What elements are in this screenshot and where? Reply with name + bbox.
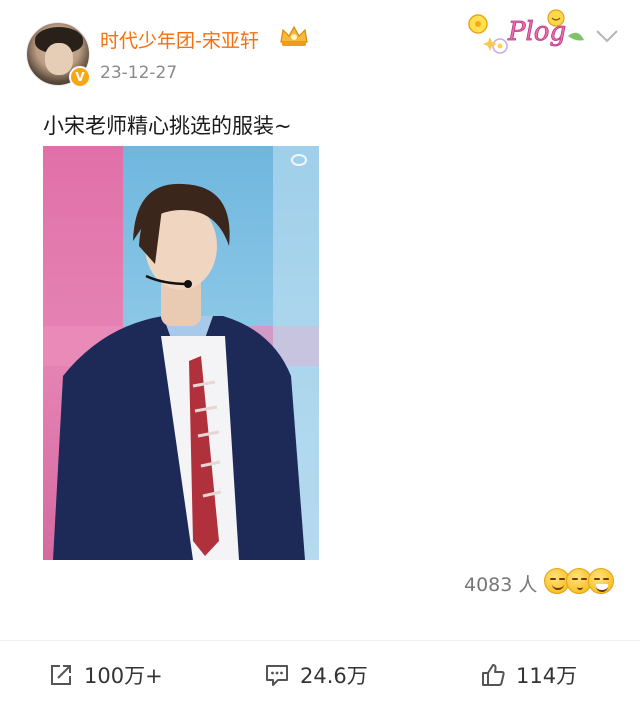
reaction-emojis bbox=[544, 568, 614, 596]
username[interactable]: 时代少年团-宋亚轩 bbox=[100, 26, 259, 53]
crown-icon bbox=[280, 25, 308, 46]
share-button[interactable]: 100万+ bbox=[48, 660, 163, 690]
post-text: 小宋老师精心挑选的服装~ bbox=[43, 114, 292, 138]
person-figure bbox=[53, 183, 305, 560]
plog-sticker-icon: Plog bbox=[468, 9, 584, 54]
post-date: 23-12-27 bbox=[100, 63, 178, 83]
like-button[interactable]: 114万 bbox=[480, 660, 577, 690]
post-image[interactable] bbox=[43, 146, 319, 560]
like-count: 114万 bbox=[516, 664, 578, 688]
thumbs-up-icon bbox=[482, 664, 505, 686]
post-header: V 时代少年团-宋亚轩 23-12-27 Plog bbox=[0, 0, 640, 100]
chevron-down-icon[interactable] bbox=[594, 26, 620, 46]
verified-badge-icon: V bbox=[69, 66, 91, 88]
avatar-face bbox=[45, 43, 73, 75]
comment-button[interactable]: 24.6万 bbox=[264, 660, 368, 690]
share-icon bbox=[51, 665, 71, 685]
share-count: 100万+ bbox=[84, 664, 163, 688]
laugh-emoji-icon bbox=[588, 568, 614, 594]
comment-icon bbox=[266, 665, 288, 686]
comment-count: 24.6万 bbox=[300, 664, 368, 688]
action-bar: 100万+ 24.6万 114万 bbox=[0, 650, 640, 700]
action-divider bbox=[0, 640, 640, 641]
viewer-count: 4083 人 bbox=[464, 574, 538, 596]
